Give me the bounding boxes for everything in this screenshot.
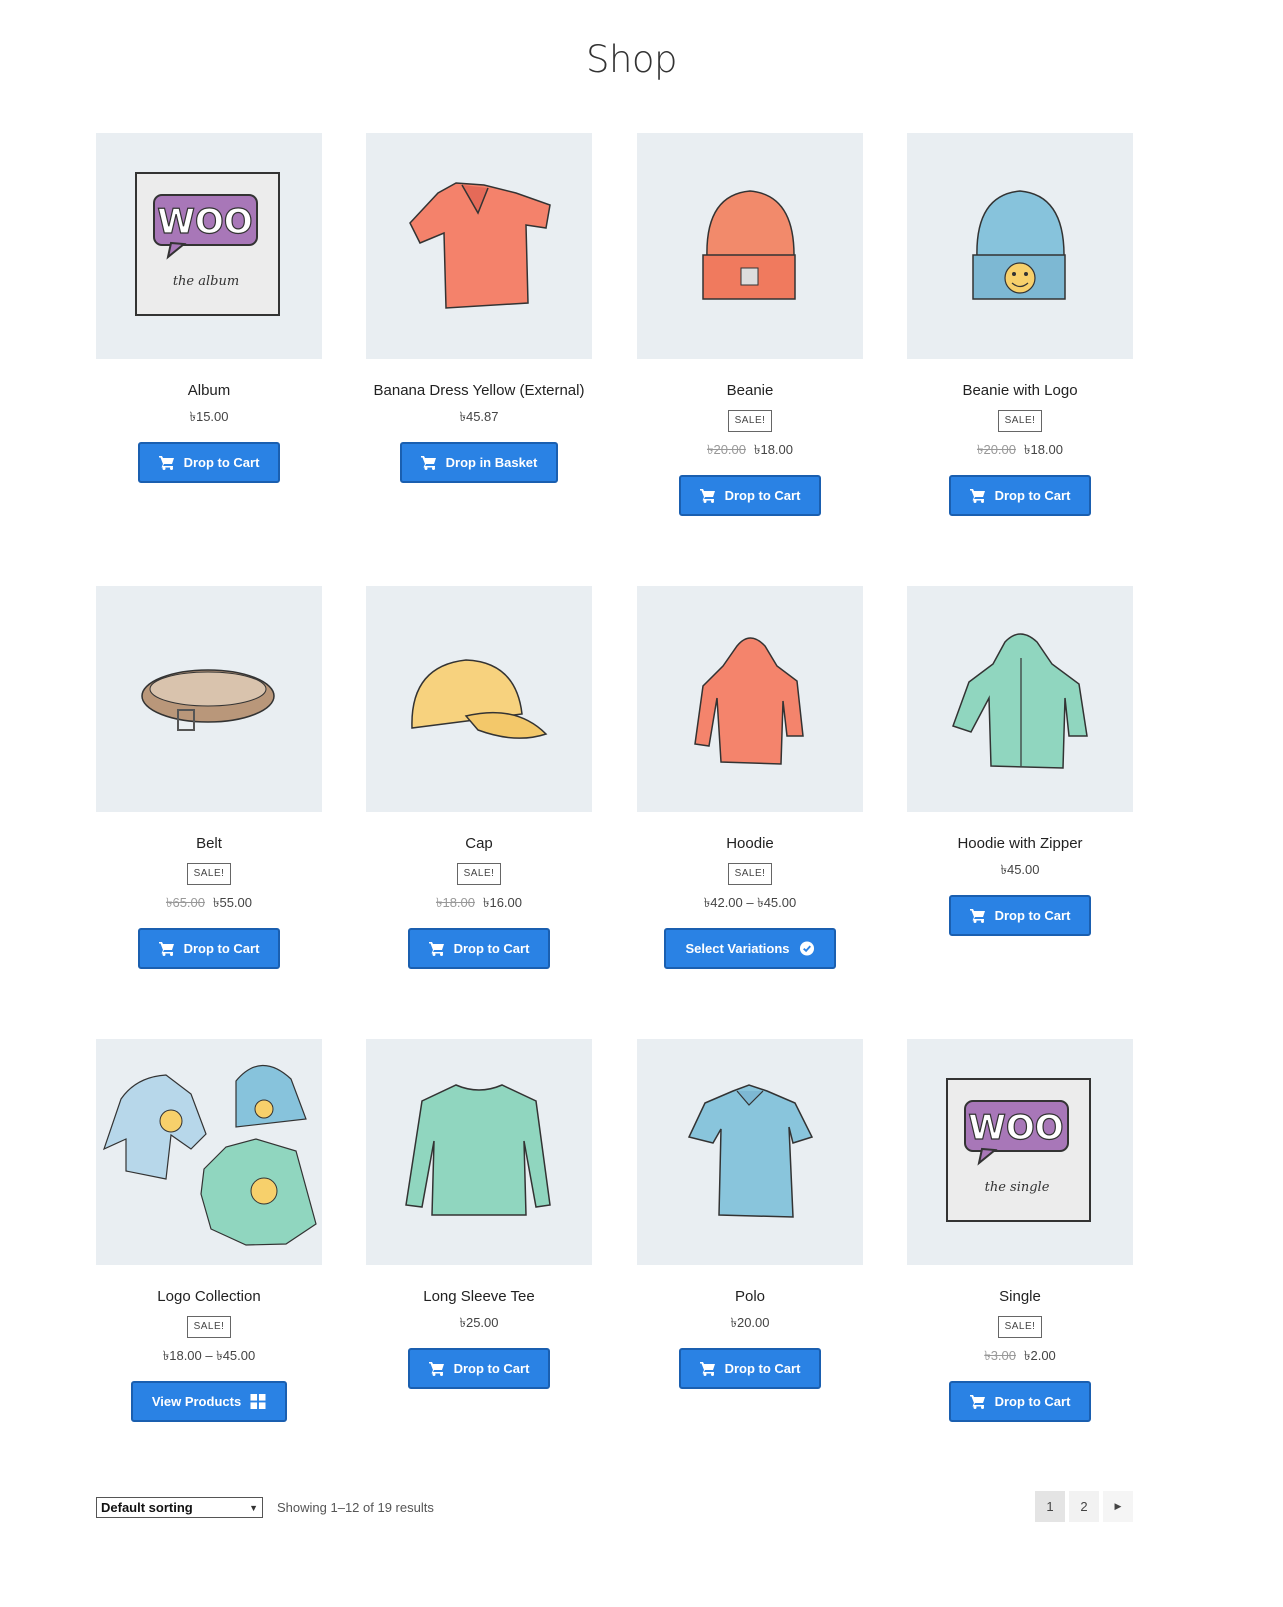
view-products-button[interactable]: View Products	[130, 1381, 288, 1422]
sale-badge: SALE!	[186, 863, 232, 885]
page-2[interactable]: 2	[1069, 1491, 1099, 1522]
cart-icon	[699, 1362, 715, 1376]
product-title[interactable]: Album	[96, 381, 322, 401]
product-image-single[interactable]: WOO the single	[907, 1039, 1133, 1265]
price: ৳18.00 ৳16.00	[435, 895, 523, 910]
sale-badge: SALE!	[186, 1316, 232, 1338]
single-logo-text: WOO	[968, 1108, 1063, 1148]
product-image-long-sleeve-tee[interactable]	[366, 1039, 592, 1265]
chevron-down-icon: ▼	[249, 1502, 258, 1513]
product-title[interactable]: Beanie	[637, 381, 863, 401]
product-card-album: WOO the album Album ৳15.00 Drop to Cart	[96, 133, 322, 483]
add-to-cart-button[interactable]: Drop to Cart	[678, 1348, 822, 1389]
product-card-hoodie: Hoodie SALE! ৳42.00 – ৳45.00 Select Vari…	[637, 586, 863, 969]
add-to-basket-button[interactable]: Drop in Basket	[399, 442, 559, 483]
price: ৳45.87	[459, 409, 499, 424]
product-card-banana-dress: Banana Dress Yellow (External) ৳45.87 Dr…	[366, 133, 592, 483]
sort-select[interactable]: Default sorting ▼	[96, 1497, 263, 1518]
product-image-belt[interactable]	[96, 586, 322, 812]
add-to-cart-button[interactable]: Drop to Cart	[678, 475, 822, 516]
product-title[interactable]: Banana Dress Yellow (External)	[366, 381, 592, 401]
album-caption: the album	[173, 274, 239, 289]
product-image-hoodie[interactable]	[637, 586, 863, 812]
product-card-beanie: Beanie SALE! ৳20.00 ৳18.00 Drop to Cart	[637, 133, 863, 516]
sale-badge: SALE!	[456, 863, 502, 885]
cart-icon	[969, 909, 985, 923]
product-card-polo: Polo ৳20.00 Drop to Cart	[637, 1039, 863, 1389]
price: ৳65.00 ৳55.00	[165, 895, 253, 910]
cart-icon	[699, 489, 715, 503]
product-card-logo-collection: Logo Collection SALE! ৳18.00 – ৳45.00 Vi…	[96, 1039, 322, 1422]
cart-icon	[428, 1362, 444, 1376]
product-image-tshirt[interactable]	[366, 133, 592, 359]
price: ৳18.00 – ৳45.00	[162, 1348, 256, 1363]
product-card-long-sleeve-tee: Long Sleeve Tee ৳25.00 Drop to Cart	[366, 1039, 592, 1389]
add-to-cart-button[interactable]: Drop to Cart	[407, 1348, 551, 1389]
product-image-beanie-with-logo[interactable]	[907, 133, 1133, 359]
price: ৳20.00 ৳18.00	[706, 442, 794, 457]
shop-footer-bar: Default sorting ▼ Showing 1–12 of 19 res…	[96, 1491, 1133, 1526]
price: ৳3.00 ৳2.00	[984, 1348, 1056, 1363]
product-image-logo-collection[interactable]	[96, 1039, 322, 1265]
price: ৳15.00	[189, 409, 229, 424]
cart-icon	[428, 942, 444, 956]
next-page-icon[interactable]: ▶	[1103, 1491, 1133, 1522]
pagination: 1 2 ▶	[1035, 1491, 1133, 1522]
product-title[interactable]: Logo Collection	[96, 1287, 322, 1307]
add-to-cart-button[interactable]: Drop to Cart	[137, 442, 281, 483]
page-1[interactable]: 1	[1035, 1491, 1065, 1522]
check-circle-icon	[799, 941, 814, 956]
product-title[interactable]: Beanie with Logo	[907, 381, 1133, 401]
product-image-hoodie-with-zipper[interactable]	[907, 586, 1133, 812]
cart-icon	[420, 456, 436, 470]
product-title[interactable]: Single	[907, 1287, 1133, 1307]
product-card-belt: Belt SALE! ৳65.00 ৳55.00 Drop to Cart	[96, 586, 322, 969]
add-to-cart-button[interactable]: Drop to Cart	[948, 1381, 1092, 1422]
cart-icon	[158, 456, 174, 470]
product-title[interactable]: Belt	[96, 834, 322, 854]
price: ৳45.00	[1000, 862, 1040, 877]
add-to-cart-button[interactable]: Drop to Cart	[948, 475, 1092, 516]
page-title: Shop	[585, 38, 678, 81]
product-title[interactable]: Polo	[637, 1287, 863, 1307]
product-title[interactable]: Cap	[366, 834, 592, 854]
price: ৳42.00 – ৳45.00	[703, 895, 797, 910]
sale-badge: SALE!	[997, 1316, 1043, 1338]
price: ৳25.00	[459, 1315, 499, 1330]
album-logo-text: WOO	[157, 202, 252, 242]
product-image-beanie[interactable]	[637, 133, 863, 359]
product-card-beanie-with-logo: Beanie with Logo SALE! ৳20.00 ৳18.00 Drop…	[907, 133, 1133, 516]
product-title[interactable]: Hoodie with Zipper	[907, 834, 1133, 854]
single-caption: the single	[985, 1180, 1050, 1195]
product-image-cap[interactable]	[366, 586, 592, 812]
grid-icon	[250, 1394, 266, 1409]
sale-badge: SALE!	[997, 410, 1043, 432]
price: ৳20.00	[730, 1315, 770, 1330]
product-card-hoodie-with-zipper: Hoodie with Zipper ৳45.00 Drop to Cart	[907, 586, 1133, 936]
product-card-single: WOO the single Single SALE! ৳3.00 ৳2.00 D…	[907, 1039, 1133, 1422]
product-title[interactable]: Hoodie	[637, 834, 863, 854]
product-image-polo[interactable]	[637, 1039, 863, 1265]
add-to-cart-button[interactable]: Drop to Cart	[407, 928, 551, 969]
product-title[interactable]: Long Sleeve Tee	[366, 1287, 592, 1307]
price: ৳20.00 ৳18.00	[976, 442, 1064, 457]
cart-icon	[969, 489, 985, 503]
cart-icon	[969, 1395, 985, 1409]
add-to-cart-button[interactable]: Drop to Cart	[137, 928, 281, 969]
product-image-album[interactable]: WOO the album	[96, 133, 322, 359]
cart-icon	[158, 942, 174, 956]
add-to-cart-button[interactable]: Drop to Cart	[948, 895, 1092, 936]
product-card-cap: Cap SALE! ৳18.00 ৳16.00 Drop to Cart	[366, 586, 592, 969]
select-variations-button[interactable]: Select Variations	[664, 928, 836, 969]
sale-badge: SALE!	[727, 863, 773, 885]
result-count: Showing 1–12 of 19 results	[277, 1500, 434, 1515]
sale-badge: SALE!	[727, 410, 773, 432]
